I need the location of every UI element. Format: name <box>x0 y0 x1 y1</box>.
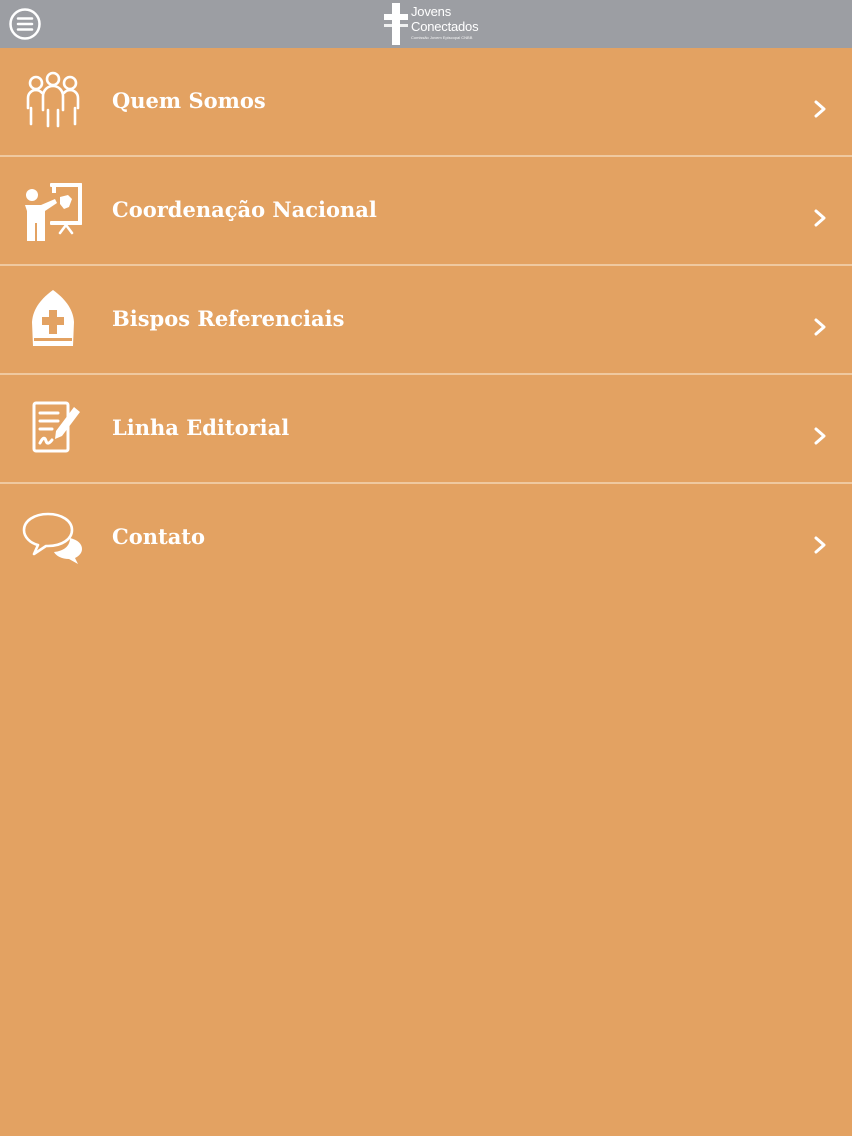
chevron-right-icon <box>814 536 826 554</box>
presenter-board-icon <box>25 183 82 241</box>
app-logo: Jovens Conectados Comissão Jovem Episcop… <box>382 2 482 46</box>
menu-item-coordenacao-nacional[interactable]: Coordenação Nacional <box>0 157 852 266</box>
people-group-icon <box>26 71 80 128</box>
chevron-right-icon <box>814 100 826 118</box>
logo-title-line2: Conectados <box>411 19 479 34</box>
menu-item-label: Bispos Referenciais <box>112 306 345 331</box>
menu-item-label: Quem Somos <box>112 88 266 113</box>
menu-item-contato[interactable]: Contato <box>0 484 852 591</box>
cross-logo-icon <box>384 3 408 45</box>
hamburger-menu-button[interactable] <box>8 7 42 41</box>
chevron-right-icon <box>814 427 826 445</box>
mitre-icon <box>32 290 74 346</box>
logo-title-line1: Jovens <box>411 4 451 19</box>
hamburger-menu-icon <box>9 8 41 40</box>
menu-item-label: Coordenação Nacional <box>112 197 377 222</box>
menu-item-label: Contato <box>112 524 206 549</box>
logo-title: Jovens Conectados <box>411 4 479 34</box>
menu-item-linha-editorial[interactable]: Linha Editorial <box>0 375 852 484</box>
menu-item-label: Linha Editorial <box>112 415 290 440</box>
menu-list: Quem Somos Coordenação Nacional Bispos R… <box>0 48 852 591</box>
chat-bubbles-icon <box>22 512 82 564</box>
chevron-right-icon <box>814 318 826 336</box>
top-bar: Jovens Conectados Comissão Jovem Episcop… <box>0 0 852 48</box>
logo-subtitle: Comissão Jovem Episcopal CNBB <box>411 35 473 40</box>
menu-item-bispos-referenciais[interactable]: Bispos Referenciais <box>0 266 852 375</box>
chevron-right-icon <box>814 209 826 227</box>
document-pen-icon <box>32 401 80 453</box>
menu-item-quem-somos[interactable]: Quem Somos <box>0 48 852 157</box>
